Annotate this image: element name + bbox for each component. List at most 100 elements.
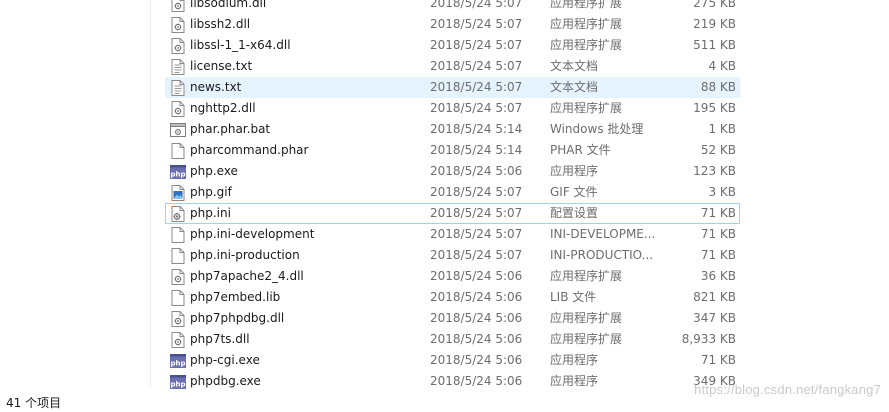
file-type: 应用程序扩展 (550, 311, 623, 325)
file-row[interactable]: pharcommand.phar 2018/5/24 5:14 PHAR 文件 52 … (165, 140, 740, 161)
file-type: 应用程序 (550, 353, 599, 367)
file-type: 应用程序扩展 (550, 269, 623, 283)
file-size: 195 KB (693, 101, 736, 115)
file-size: 71 KB (700, 248, 736, 262)
file-type: LIB 文件 (550, 290, 597, 304)
file-size: 8,933 KB (681, 332, 736, 346)
file-date-modified: 2018/5/24 5:06 (430, 290, 523, 304)
file-name: nghttp2.dll (190, 101, 256, 115)
status-bar-item-count: 41 个项目 (6, 396, 62, 410)
file-type: 应用程序 (550, 164, 599, 178)
file-size: 71 KB (700, 206, 736, 220)
file-name: phar.phar.bat (190, 122, 271, 136)
file-size: 52 KB (700, 143, 736, 157)
file-date-modified: 2018/5/24 5:14 (430, 122, 523, 136)
file-name: php.ini-development (190, 227, 315, 241)
file-size: 36 KB (700, 269, 736, 283)
file-row[interactable]: php phpdbg.exe 2018/5/24 5:06 应用程序 349 KB (165, 371, 740, 392)
navigation-pane (0, 0, 151, 389)
file-date-modified: 2018/5/24 5:07 (430, 17, 523, 31)
file-size: 3 KB (708, 185, 736, 199)
image-file-icon (170, 183, 186, 202)
php-exe-icon: php (170, 162, 186, 181)
file-row[interactable]: phar.phar.bat 2018/5/24 5:14 Windows 批处理 1 … (165, 119, 740, 140)
file-size: 71 KB (700, 227, 736, 241)
blank-file-icon (170, 141, 186, 160)
blank-file-icon (170, 225, 186, 244)
file-size: 347 KB (693, 311, 736, 325)
file-row[interactable]: php php-cgi.exe 2018/5/24 5:06 应用程序 71 KB (165, 350, 740, 371)
file-row[interactable]: libssl-1_1-x64.dll 2018/5/24 5:07 应用程序扩展 51… (165, 35, 740, 56)
file-row[interactable]: nghttp2.dll 2018/5/24 5:07 应用程序扩展 195 KB (165, 98, 740, 119)
file-row[interactable]: php7ts.dll 2018/5/24 5:06 应用程序扩展 8,933 KB (165, 329, 740, 350)
file-date-modified: 2018/5/24 5:07 (430, 80, 523, 94)
file-type: 应用程序扩展 (550, 0, 623, 10)
file-name: libssh2.dll (190, 17, 251, 31)
file-date-modified: 2018/5/24 5:07 (430, 227, 523, 241)
file-row[interactable]: libsodium.dll 2018/5/24 5:07 应用程序扩展 275 KB (165, 0, 740, 14)
file-type: PHAR 文件 (550, 143, 611, 157)
dll-file-icon (170, 99, 186, 118)
file-size: 275 KB (693, 0, 736, 10)
file-name: php7phpdbg.dll (190, 311, 285, 325)
file-row[interactable]: php7phpdbg.dll 2018/5/24 5:06 应用程序扩展 347 KB (165, 308, 740, 329)
file-row[interactable]: license.txt 2018/5/24 5:07 文本文档 4 KB (165, 56, 740, 77)
file-name: php7embed.lib (190, 290, 281, 304)
file-date-modified: 2018/5/24 5:06 (430, 332, 523, 346)
file-date-modified: 2018/5/24 5:07 (430, 248, 523, 262)
file-name: php7apache2_4.dll (190, 269, 304, 283)
file-row[interactable]: libssh2.dll 2018/5/24 5:07 应用程序扩展 219 KB (165, 14, 740, 35)
file-type: 配置设置 (550, 206, 599, 220)
dll-file-icon (170, 309, 186, 328)
file-date-modified: 2018/5/24 5:07 (430, 101, 523, 115)
file-date-modified: 2018/5/24 5:07 (430, 185, 523, 199)
file-size: 219 KB (693, 17, 736, 31)
file-date-modified: 2018/5/24 5:06 (430, 164, 523, 178)
file-date-modified: 2018/5/24 5:06 (430, 269, 523, 283)
php-exe-icon: php (170, 372, 186, 391)
file-name: libssl-1_1-x64.dll (190, 38, 291, 52)
file-row[interactable]: php php.exe 2018/5/24 5:06 应用程序 123 KB (165, 161, 740, 182)
file-row[interactable]: php.gif 2018/5/24 5:07 GIF 文件 3 KB (165, 182, 740, 203)
file-size: 821 KB (693, 290, 736, 304)
file-type: INI-DEVELOPME... (550, 227, 656, 241)
svg-text:php: php (170, 170, 185, 178)
dll-file-icon (170, 0, 186, 13)
file-name: libsodium.dll (190, 0, 267, 10)
file-size: 511 KB (693, 38, 736, 52)
file-name: license.txt (190, 59, 253, 73)
file-type: 应用程序扩展 (550, 101, 623, 115)
file-date-modified: 2018/5/24 5:07 (430, 38, 523, 52)
svg-text:php: php (170, 359, 185, 367)
dll-file-icon (170, 15, 186, 34)
file-type: 应用程序 (550, 374, 599, 388)
file-size: 123 KB (693, 164, 736, 178)
file-type: 应用程序扩展 (550, 38, 623, 52)
watermark: https://blog.csdn.net/fangkang7 (694, 382, 881, 397)
text-file-icon (170, 78, 186, 97)
file-name: pharcommand.phar (190, 143, 309, 157)
file-name: php7ts.dll (190, 332, 250, 346)
file-size: 4 KB (708, 59, 736, 73)
text-file-icon (170, 57, 186, 76)
php-exe-icon: php (170, 351, 186, 370)
file-size: 88 KB (700, 80, 736, 94)
file-name: php.gif (190, 185, 232, 199)
file-date-modified: 2018/5/24 5:07 (430, 206, 523, 220)
file-date-modified: 2018/5/24 5:14 (430, 143, 523, 157)
file-type: INI-PRODUCTIO... (550, 248, 654, 262)
file-row[interactable]: php7apache2_4.dll 2018/5/24 5:06 应用程序扩展 36 … (165, 266, 740, 287)
file-type: GIF 文件 (550, 185, 598, 199)
file-date-modified: 2018/5/24 5:06 (430, 311, 523, 325)
file-row[interactable]: php.ini-development 2018/5/24 5:07 INI-DEV… (165, 224, 740, 245)
file-row[interactable]: php.ini-production 2018/5/24 5:07 INI-PROD… (165, 245, 740, 266)
svg-text:php: php (170, 380, 185, 388)
file-size: 71 KB (700, 353, 736, 367)
file-name: php.ini (190, 206, 231, 220)
file-size: 1 KB (708, 122, 736, 136)
file-row[interactable]: php.ini 2018/5/24 5:07 配置设置 71 KB (165, 203, 740, 224)
file-row[interactable]: news.txt 2018/5/24 5:07 文本文档 88 KB (165, 77, 740, 98)
dll-file-icon (170, 330, 186, 349)
file-row[interactable]: php7embed.lib 2018/5/24 5:06 LIB 文件 821 KB (165, 287, 740, 308)
file-type: 文本文档 (550, 59, 599, 73)
